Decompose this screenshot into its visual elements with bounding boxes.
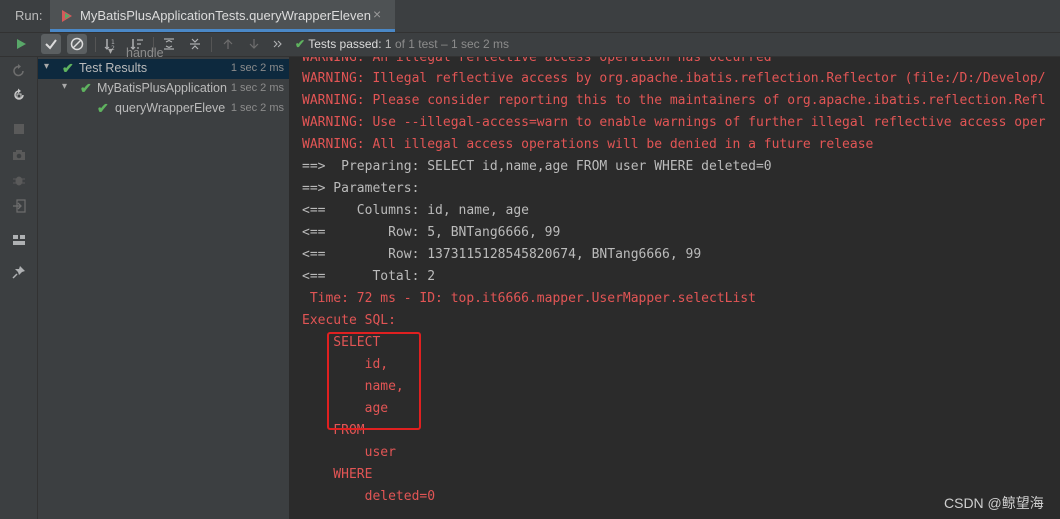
chevron-down-icon[interactable]: ▾ [62, 81, 67, 92]
tree-item-duration: 1 sec 2 ms [230, 82, 284, 94]
chevron-down-icon[interactable]: ▾ [44, 61, 49, 72]
tree-item-test-method[interactable]: ✔ queryWrapperEleve 1 sec 2 ms [38, 99, 289, 119]
status-passed-label: Tests passed: [308, 37, 382, 51]
run-label: Run: [15, 8, 43, 23]
passed-check-icon: ✔ [295, 37, 306, 51]
tree-item-duration: 1 sec 2 ms [230, 62, 284, 74]
toggle-auto-test-icon[interactable] [9, 86, 29, 104]
console-line: WARNING: Use --illegal-access=warn to en… [302, 115, 1046, 130]
console-line: ==> Preparing: SELECT id,name,age FROM u… [302, 159, 772, 174]
passed-check-icon: ✔ [62, 60, 74, 76]
tree-item-duration: 1 sec 2 ms [230, 102, 284, 114]
chevron-down-icon[interactable]: ▾ [108, 46, 113, 57]
side-panel-label [0, 488, 8, 518]
stop-icon[interactable] [9, 120, 29, 138]
run-config-tab[interactable]: MyBatisPlusApplicationTests.queryWrapper… [50, 0, 395, 32]
rerun-failed-icon[interactable] [9, 62, 29, 80]
console-line: <== Row: 1373115128545820674, BNTang6666… [302, 247, 702, 262]
console-line: <== Columns: id, name, age [302, 203, 529, 218]
test-status: ✔ Tests passed: 1 of 1 test – 1 sec 2 ms [295, 37, 509, 51]
console-line: ==> Parameters: [302, 181, 428, 196]
watermark: CSDN @鲸望海 [944, 495, 1044, 511]
console-line: deleted=0 [302, 489, 436, 504]
status-detail: of 1 test – 1 sec 2 ms [394, 37, 509, 51]
test-run-icon [60, 9, 74, 23]
highlight-annotation-box [327, 332, 421, 430]
tree-item-label: Test Results [79, 61, 148, 75]
close-tab-icon[interactable]: × [373, 6, 381, 22]
camera-icon[interactable] [9, 146, 29, 164]
console-line: Execute SQL: [302, 313, 396, 328]
console-line: WARNING: Please consider reporting this … [302, 93, 1046, 108]
tree-item-test-class[interactable]: ▾ ✔ MyBatisPlusApplication 1 sec 2 ms [38, 79, 289, 99]
debug-bug-icon[interactable] [9, 171, 29, 189]
status-count: 1 [384, 37, 392, 51]
left-action-bar [0, 57, 38, 519]
console-line: Time: 72 ms - ID: top.it6666.mapper.User… [302, 291, 756, 306]
run-tool-window-header: Run: MyBatisPlusApplicationTests.queryWr… [0, 0, 1060, 33]
console-line: <== Total: 2 [302, 269, 436, 284]
tab-title: MyBatisPlusApplicationTests.queryWrapper… [80, 8, 371, 23]
rerun-icon[interactable] [11, 34, 31, 54]
console-line: WARNING: All illegal access operations w… [302, 137, 874, 152]
tree-item-label: queryWrapperEleve [115, 101, 226, 115]
console-line: <== Row: 5, BNTang6666, 99 [302, 225, 561, 240]
export-results-icon[interactable] [9, 197, 29, 215]
test-results-tree: ▾ handle ▾ ✔ Test Results 1 sec 2 ms ▾ ✔… [38, 46, 290, 519]
console-line: user [302, 445, 396, 460]
console-line: WHERE [302, 467, 373, 482]
pin-icon[interactable] [9, 263, 29, 281]
passed-check-icon: ✔ [80, 80, 92, 96]
passed-check-icon: ✔ [97, 100, 109, 116]
console-output[interactable]: WARNING: An illegal reflective access op… [290, 57, 1060, 519]
layout-icon[interactable] [9, 231, 29, 249]
tree-item-test-results[interactable]: ▾ ✔ Test Results 1 sec 2 ms [38, 59, 289, 79]
console-line: WARNING: Illegal reflective access by or… [302, 71, 1046, 86]
tree-row-label: handle [126, 46, 164, 60]
tree-item-label: MyBatisPlusApplication [97, 81, 227, 95]
